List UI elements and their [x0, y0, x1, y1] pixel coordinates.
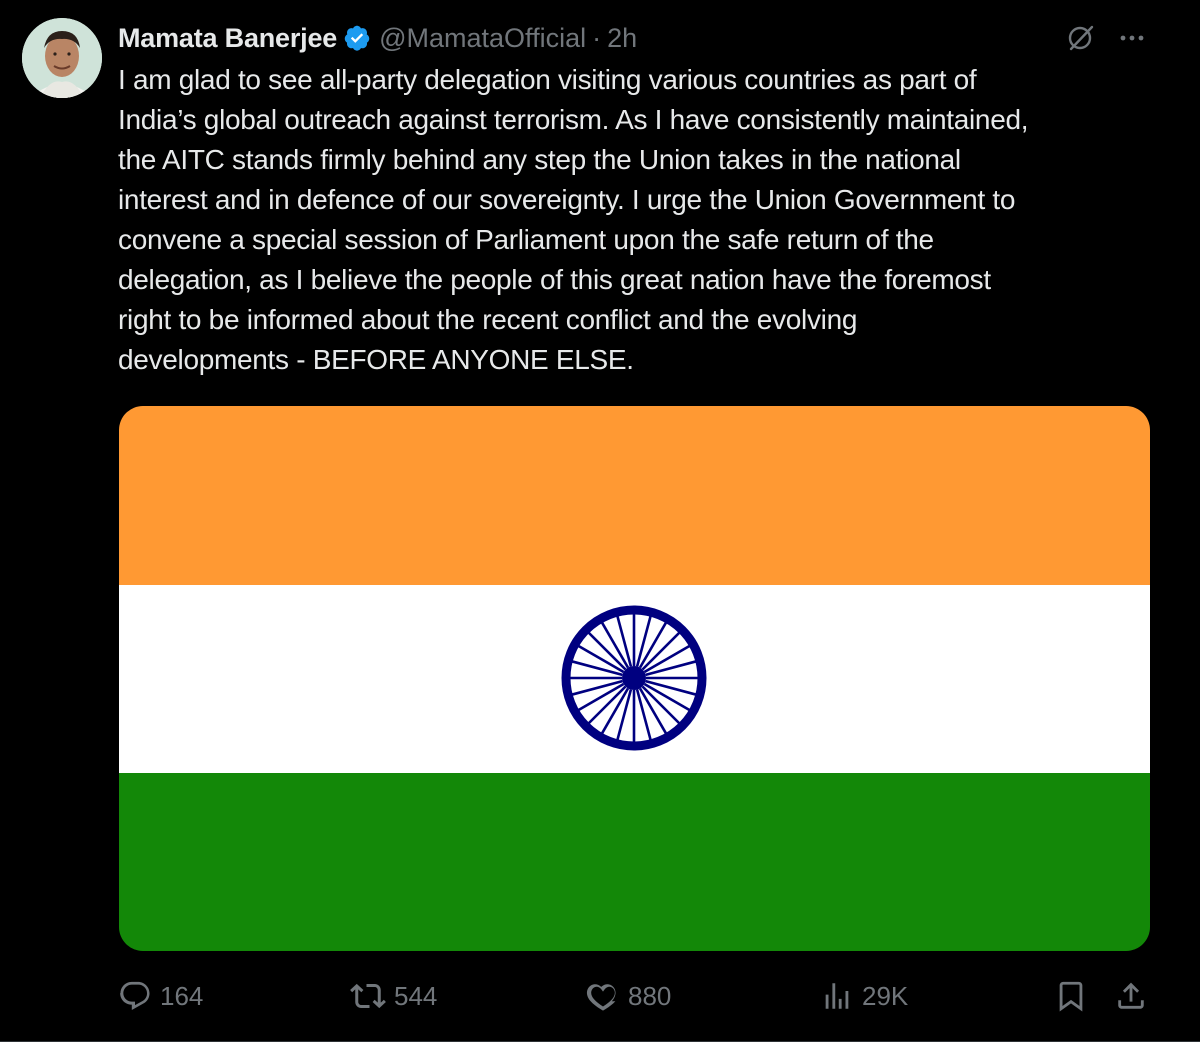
views-icon [825, 983, 849, 1009]
grok-button[interactable] [1062, 20, 1098, 56]
author-handle[interactable]: @MamataOfficial [379, 23, 586, 54]
avatar-image [22, 18, 102, 98]
tweet-header: Mamata Banerjee @MamataOfficial · 2h [118, 18, 637, 58]
share-button[interactable] [1114, 970, 1148, 1022]
indian-flag-image [119, 406, 1150, 951]
flag-saffron-band [119, 406, 1150, 585]
separator-dot: · [592, 22, 602, 53]
tweet-text: I am glad to see all-party delegation vi… [118, 64, 1029, 375]
like-button[interactable]: 880 [586, 970, 671, 1022]
reply-icon [120, 981, 150, 1010]
bookmark-button[interactable] [1054, 970, 1088, 1022]
share-icon [1118, 982, 1144, 1009]
author-display-name[interactable]: Mamata Banerjee [118, 23, 337, 54]
flag-green-band [119, 773, 1150, 951]
more-options-button[interactable] [1114, 20, 1150, 56]
avatar[interactable] [22, 18, 102, 98]
verified-badge-icon [343, 24, 371, 52]
like-count: 880 [628, 980, 672, 1011]
bookmark-icon [1059, 981, 1083, 1012]
views-button[interactable]: 29K [820, 970, 908, 1022]
tweet-action-bar: 164 544 880 29K [0, 970, 1200, 1022]
repost-icon [350, 983, 386, 1009]
grok-icon [1068, 25, 1094, 51]
tweet-timestamp[interactable]: 2h [607, 23, 637, 54]
reply-button[interactable]: 164 [118, 970, 203, 1022]
tweet-card[interactable]: Mamata Banerjee @MamataOfficial · 2h I a… [0, 0, 1200, 1042]
more-icon [1120, 35, 1144, 41]
views-count: 29K [862, 980, 909, 1011]
repost-button[interactable]: 544 [350, 970, 437, 1022]
ashoka-chakra-icon [561, 605, 707, 751]
tweet-media-image[interactable] [119, 406, 1150, 951]
reply-count: 164 [160, 980, 204, 1011]
like-icon [586, 984, 616, 1011]
repost-count: 544 [394, 980, 438, 1011]
